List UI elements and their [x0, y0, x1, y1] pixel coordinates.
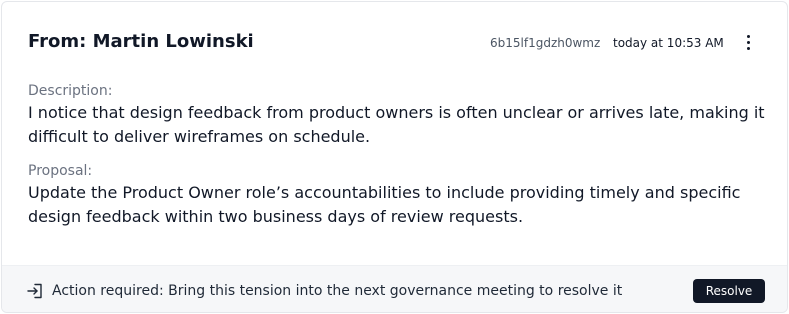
action-required-text: Action required: Bring this tension into…: [52, 283, 623, 299]
enter-icon: [27, 283, 42, 299]
proposal-label: Proposal:: [28, 163, 93, 179]
card-header: From: Martin Lowinski 6b15lf1gdzh0wmz to…: [2, 2, 787, 82]
tension-id: 6b15lf1gdzh0wmz: [490, 36, 601, 50]
sender-title: From: Martin Lowinski: [28, 31, 254, 52]
more-vertical-icon: [746, 34, 750, 38]
more-options-button[interactable]: [737, 30, 759, 54]
resolve-button[interactable]: Resolve: [693, 279, 765, 303]
action-footer: Action required: Bring this tension into…: [2, 265, 787, 312]
tension-card: From: Martin Lowinski 6b15lf1gdzh0wmz to…: [1, 1, 788, 313]
timestamp: today at 10:53 AM: [613, 36, 724, 50]
description-text: I notice that design feedback from produ…: [28, 103, 765, 146]
description-label: Description:: [28, 83, 113, 99]
proposal-text: Update the Product Owner role’s accounta…: [28, 183, 741, 226]
